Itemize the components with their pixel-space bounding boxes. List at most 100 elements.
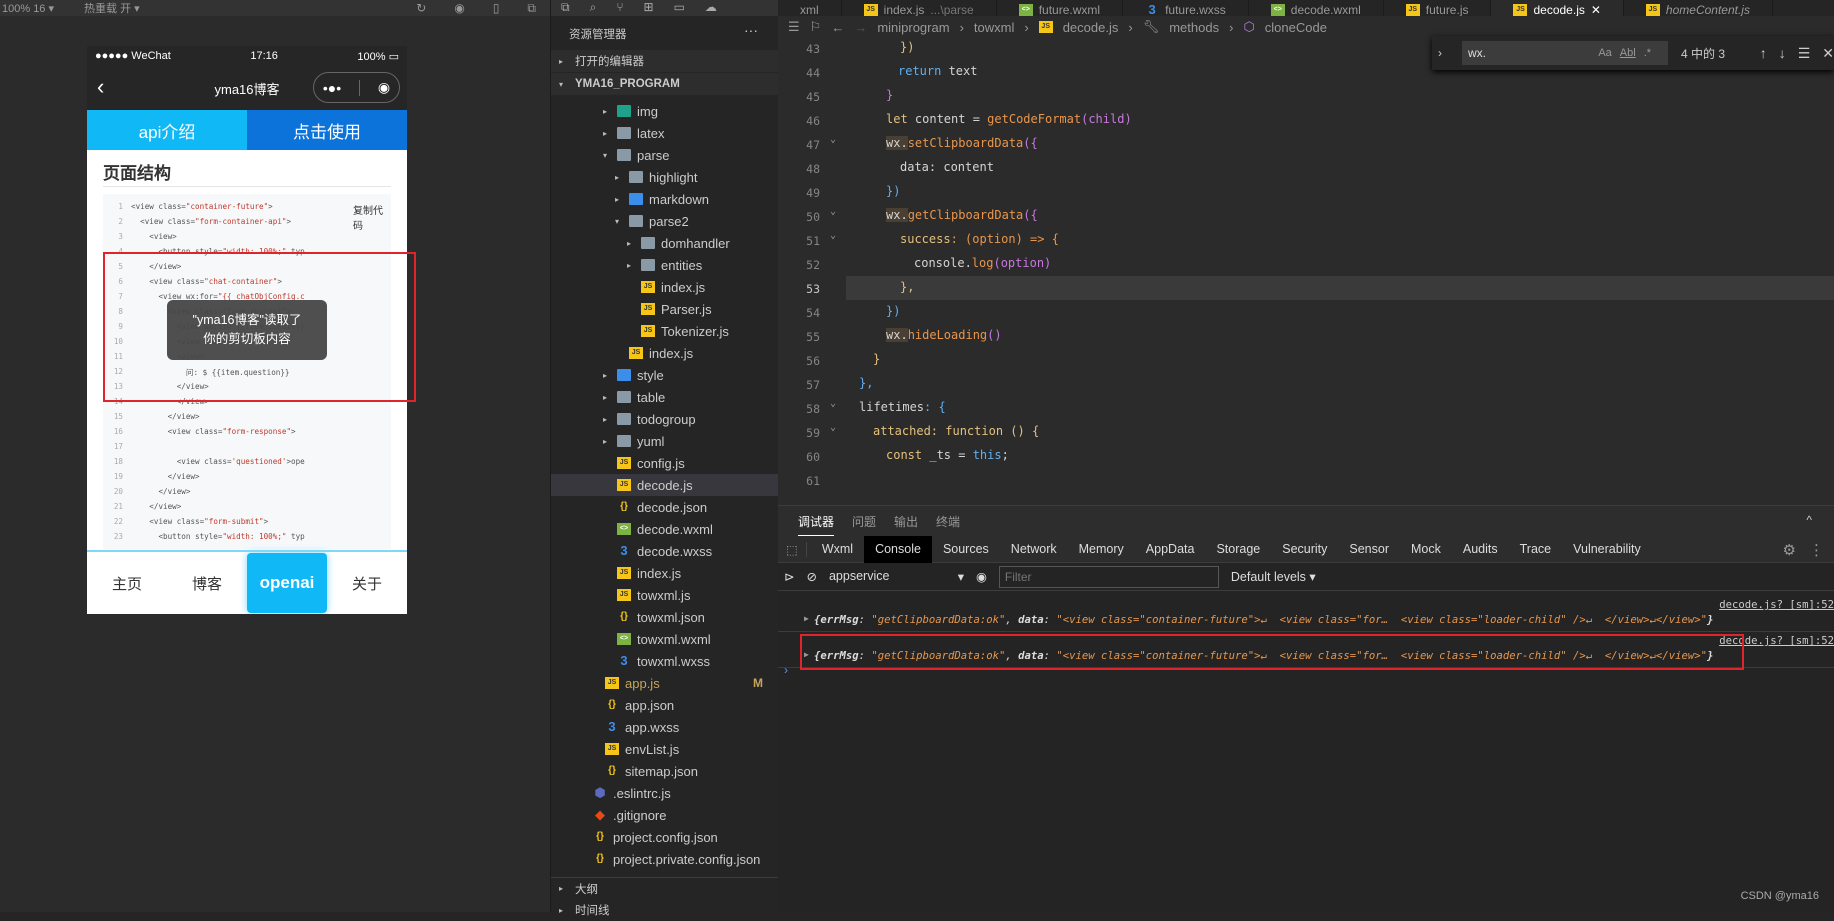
- devtools-tab-mock[interactable]: Mock: [1400, 536, 1452, 563]
- toggle-replace-icon[interactable]: ›: [1438, 46, 1442, 60]
- file-tree-item[interactable]: ▸img: [551, 100, 779, 122]
- more-icon[interactable]: ···: [744, 22, 758, 38]
- file-tree-item[interactable]: JStowxml.js: [551, 584, 779, 606]
- file-tree-item[interactable]: {}decode.json: [551, 496, 779, 518]
- file-tree-item[interactable]: ▸entities: [551, 254, 779, 276]
- copy-code-button[interactable]: 复制代码: [353, 202, 391, 232]
- previous-match-icon[interactable]: ↑: [1760, 45, 1767, 62]
- close-miniprogram-icon[interactable]: ◉: [378, 79, 390, 96]
- regex-toggle[interactable]: .*: [1644, 47, 1651, 59]
- editor-tab[interactable]: JSdecode.js✕: [1491, 0, 1623, 16]
- devtools-tab-network[interactable]: Network: [1000, 536, 1068, 563]
- search-icon[interactable]: ⌕: [590, 0, 597, 16]
- tabbar-item-blog[interactable]: 博客: [167, 573, 247, 594]
- tabbar-item-openai[interactable]: openai: [247, 553, 327, 613]
- file-tree-item[interactable]: ▸table: [551, 386, 779, 408]
- log-source-link[interactable]: decode.js? [sm]:52: [1719, 599, 1834, 611]
- more-vert-icon[interactable]: ⋮: [1809, 541, 1824, 559]
- editor-tab[interactable]: JSfuture.js: [1384, 0, 1492, 16]
- source-control-icon[interactable]: ⑂: [616, 0, 623, 16]
- list-icon[interactable]: ☰: [788, 19, 800, 35]
- devtools-tab-vulnerability[interactable]: Vulnerability: [1562, 536, 1652, 563]
- editor-tab[interactable]: JSindex.js...\parse: [842, 0, 997, 16]
- forward-arrow-icon[interactable]: →: [854, 20, 867, 35]
- file-tree-item[interactable]: JSParser.js: [551, 298, 779, 320]
- collapse-panel-icon[interactable]: ^: [1806, 513, 1812, 527]
- cloud-icon[interactable]: ☁: [705, 0, 717, 16]
- find-in-selection-icon[interactable]: ☰: [1798, 45, 1811, 62]
- devtools-tab-appdata[interactable]: AppData: [1135, 536, 1206, 563]
- file-tree-item[interactable]: <>decode.wxml: [551, 518, 779, 540]
- refresh-icon[interactable]: ↻: [416, 1, 426, 16]
- devtools-tab-storage[interactable]: Storage: [1205, 536, 1271, 563]
- fold-chevron-icon[interactable]: ⌄: [830, 422, 836, 433]
- window-icon[interactable]: ⧉: [527, 1, 536, 16]
- devtools-tab-audits[interactable]: Audits: [1452, 536, 1509, 563]
- tab-click-use[interactable]: 点击使用: [247, 110, 407, 150]
- sidebar-toggle-icon[interactable]: ⊳: [784, 569, 794, 584]
- file-tree-item[interactable]: JSindex.js: [551, 562, 779, 584]
- file-tree-item[interactable]: ▸highlight: [551, 166, 779, 188]
- file-tree-item[interactable]: JSenvList.js: [551, 738, 779, 760]
- file-tree-item[interactable]: JSconfig.js: [551, 452, 779, 474]
- close-tab-icon[interactable]: ✕: [1591, 4, 1601, 16]
- file-tree-item[interactable]: ▸yuml: [551, 430, 779, 452]
- eye-icon[interactable]: ◉: [976, 569, 987, 584]
- tab-problems[interactable]: 问题: [852, 513, 876, 530]
- tabbar-item-home[interactable]: 主页: [87, 573, 167, 594]
- stop-icon[interactable]: ◉: [454, 1, 464, 16]
- file-tree-item[interactable]: JSapp.jsM: [551, 672, 779, 694]
- devtools-tab-trace[interactable]: Trace: [1509, 536, 1563, 563]
- file-tree-item[interactable]: {}project.private.config.json: [551, 848, 779, 870]
- tab-output[interactable]: 输出: [894, 513, 918, 530]
- devtools-tab-sensor[interactable]: Sensor: [1338, 536, 1400, 563]
- tab-debugger[interactable]: 调试器: [798, 507, 834, 536]
- editor-tab[interactable]: xml: [778, 0, 842, 16]
- file-tree-item[interactable]: JSTokenizer.js: [551, 320, 779, 342]
- editor-tab[interactable]: <>future.wxml: [997, 0, 1123, 16]
- breadcrumb-item[interactable]: methods: [1169, 20, 1219, 35]
- file-tree-item[interactable]: ◆.gitignore: [551, 804, 779, 826]
- file-tree-item[interactable]: {}app.json: [551, 694, 779, 716]
- devtools-tab-console[interactable]: Console: [864, 536, 932, 563]
- file-tree-item[interactable]: ▸domhandler: [551, 232, 779, 254]
- editor-tab[interactable]: 3future.wxss: [1123, 0, 1249, 16]
- file-tree-item[interactable]: 3towxml.wxss: [551, 650, 779, 672]
- editor-tab[interactable]: JShomeContent.js: [1624, 0, 1773, 16]
- tabbar-item-about[interactable]: 关于: [327, 573, 407, 594]
- file-tree-item[interactable]: JSindex.js: [551, 342, 779, 364]
- outline-section[interactable]: ▸大纲: [551, 877, 779, 899]
- breadcrumb-item[interactable]: decode.js: [1063, 20, 1119, 35]
- breadcrumb-item[interactable]: cloneCode: [1265, 20, 1327, 35]
- file-tree-item[interactable]: 3app.wxss: [551, 716, 779, 738]
- devtools-tab-security[interactable]: Security: [1271, 536, 1338, 563]
- file-tree-item[interactable]: JSdecode.js: [551, 474, 779, 496]
- timeline-section[interactable]: ▸时间线: [551, 899, 779, 921]
- fold-chevron-icon[interactable]: ⌄: [830, 134, 836, 145]
- fold-chevron-icon[interactable]: ⌄: [830, 398, 836, 409]
- editor-tab[interactable]: <>decode.wxml: [1249, 0, 1384, 16]
- file-tree-item[interactable]: {}towxml.json: [551, 606, 779, 628]
- phone-icon[interactable]: ▯: [493, 1, 500, 16]
- file-tree-item[interactable]: ▸markdown: [551, 188, 779, 210]
- settings-gear-icon[interactable]: ⚙: [1783, 541, 1796, 559]
- file-tree-item[interactable]: {}sitemap.json: [551, 760, 779, 782]
- file-tree-item[interactable]: JSindex.js: [551, 276, 779, 298]
- project-section[interactable]: ▾YMA16_PROGRAM: [551, 73, 779, 95]
- back-arrow-icon[interactable]: ←: [831, 20, 844, 35]
- console-prompt[interactable]: ›: [784, 663, 788, 677]
- file-tree-item[interactable]: ▸todogroup: [551, 408, 779, 430]
- fold-chevron-icon[interactable]: ⌄: [830, 230, 836, 241]
- files-icon[interactable]: ⧉: [561, 0, 570, 16]
- more-icon[interactable]: •●•: [323, 80, 341, 96]
- file-tree-item[interactable]: ⬢.eslintrc.js: [551, 782, 779, 804]
- inspect-element-icon[interactable]: ⬚: [778, 542, 807, 557]
- fold-chevron-icon[interactable]: ⌄: [830, 206, 836, 217]
- file-tree-item[interactable]: ▸latex: [551, 122, 779, 144]
- whole-word-toggle[interactable]: Abl: [1620, 47, 1636, 59]
- file-tree-item[interactable]: ▾parse2: [551, 210, 779, 232]
- zoom-select[interactable]: 100% 16 ▾: [2, 2, 54, 15]
- file-tree-item[interactable]: <>towxml.wxml: [551, 628, 779, 650]
- save-icon[interactable]: ▭: [674, 0, 685, 16]
- bookmark-icon[interactable]: ⚐: [810, 19, 822, 35]
